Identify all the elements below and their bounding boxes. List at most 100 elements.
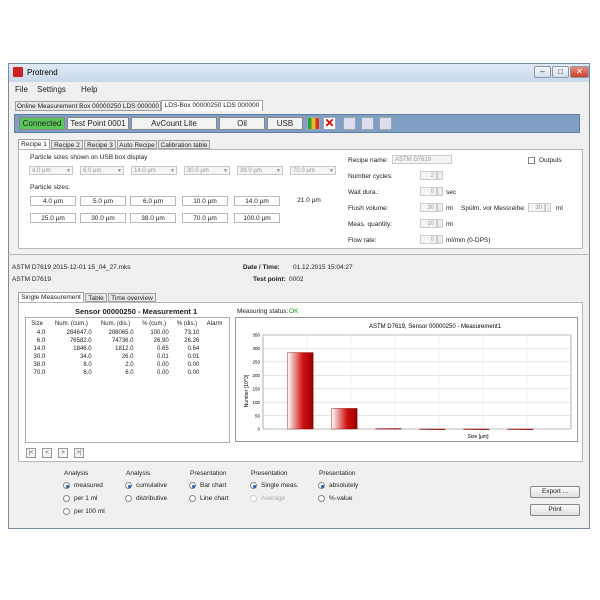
cell: 0.00 [187, 370, 200, 376]
radio-measured[interactable] [63, 482, 70, 489]
bar-38[interactable] [463, 428, 490, 430]
usb-size-select-6[interactable]: 70.0 µm ▼ [290, 166, 336, 175]
usb-size-select-5[interactable]: 38.0 µm ▼ [237, 166, 283, 175]
tab-auto-recipe[interactable]: Auto Recipe [117, 140, 157, 149]
particle-size-4[interactable]: 10.0 µm [182, 196, 228, 206]
particle-size-5[interactable]: 14.0 µm [234, 196, 280, 206]
particle-size-10[interactable]: 70.0 µm [182, 213, 228, 223]
particle-size-1[interactable]: 4.0 µm [30, 196, 76, 206]
radio-single-meas[interactable] [250, 482, 257, 489]
chart-icon[interactable] [307, 117, 320, 130]
table-row[interactable]: 14.0 1846.0 1812.0 0.65 0.64 [26, 345, 227, 353]
usb-size-select-2[interactable]: 6.0 µm ▼ [80, 166, 124, 175]
tab-time-overview[interactable]: Time overview [108, 293, 156, 302]
tab-single-measurement[interactable]: Single Measurement [18, 292, 84, 302]
usb-size-select-3[interactable]: 14.0 µm ▼ [131, 166, 177, 175]
flush-volume-field[interactable]: 30 [420, 203, 437, 212]
tab-calibration-table[interactable]: Calibration table [158, 140, 210, 149]
particle-size-3[interactable]: 6.0 µm [130, 196, 176, 206]
export-button[interactable]: Export ... [530, 486, 580, 498]
particle-size-2[interactable]: 5.0 µm [80, 196, 126, 206]
spuelm-unit: ml [556, 205, 563, 212]
radio-bar-chart[interactable] [189, 482, 196, 489]
radio-per-100ml[interactable] [63, 508, 70, 515]
cell: 0.01 [157, 354, 169, 360]
flow-rate-field[interactable]: 0 [420, 235, 437, 244]
radio-distributive[interactable] [125, 495, 132, 502]
bar-30[interactable] [419, 428, 446, 430]
col-header-size[interactable]: Size [26, 318, 48, 329]
report-icon[interactable] [361, 117, 374, 130]
particle-size-9[interactable]: 38.0 µm [130, 213, 176, 223]
usb-size-select-1[interactable]: 4.0 µm ▼ [29, 166, 73, 175]
maximize-button[interactable]: □ [552, 66, 569, 78]
spuelm-field[interactable]: 30 [528, 203, 545, 212]
table-row[interactable]: 6.0 76582.0 74736.0 26.90 26.26 [26, 337, 227, 345]
radio-line-chart-label: Line chart [200, 495, 229, 502]
wait-dura-spinner[interactable] [437, 187, 443, 196]
tab-online-measurement-box[interactable]: Online Measurement Box 00000250 LDS 0000… [15, 101, 161, 111]
bar-6[interactable] [331, 408, 358, 430]
col-header-num-dis[interactable]: Num. (dis.) [95, 318, 137, 329]
cell: 30.0 [33, 354, 46, 360]
outputs-checkbox[interactable] [528, 157, 535, 164]
radio-per-1ml[interactable] [63, 495, 70, 502]
particle-size-7[interactable]: 25.0 µm [30, 213, 76, 223]
table-row[interactable]: 70.0 6.0 6.0 0.00 0.00 [26, 369, 227, 377]
particle-size-6[interactable]: 21.0 µm [286, 196, 332, 206]
y-tick-label: 100 [252, 400, 260, 405]
tab-table[interactable]: Table [85, 293, 107, 302]
settings-icon[interactable] [343, 117, 356, 130]
menu-help[interactable]: Help [81, 85, 97, 94]
table-row[interactable]: 38.0 8.0 2.0 0.00 0.00 [26, 361, 227, 369]
cell [202, 337, 227, 345]
prev-record-button[interactable]: < [42, 448, 52, 458]
col-header-num-cum[interactable]: Num. (cum.) [48, 318, 94, 329]
cell: 0.64 [187, 346, 200, 352]
particle-size-8[interactable]: 30.0 µm [80, 213, 126, 223]
radio-line-chart[interactable] [189, 495, 196, 502]
meas-quantity-spinner[interactable] [437, 219, 443, 228]
title-bar[interactable]: Protrend – □ ✕ [9, 64, 589, 82]
col-header-pct-cum[interactable]: % (cum.) [137, 318, 172, 329]
cell: 38.0 [33, 362, 46, 368]
meas-quantity-field[interactable]: 10 [420, 219, 437, 228]
radio-cumulative[interactable] [125, 482, 132, 489]
date-time-value: 01.12.2015 15:04:27 [293, 264, 353, 271]
menu-settings[interactable]: Settings [37, 85, 66, 94]
first-record-button[interactable]: |< [26, 448, 36, 458]
menu-file[interactable]: File [15, 85, 28, 94]
tab-recipe-1[interactable]: Recipe 1 [18, 139, 50, 149]
col-header-alarm[interactable]: Alarm [202, 318, 227, 329]
next-record-button[interactable]: > [58, 448, 68, 458]
recipe-name-field[interactable]: ASTM D7619 [392, 155, 452, 164]
stop-icon[interactable]: ✕ [323, 117, 336, 130]
bar-14[interactable] [375, 428, 402, 430]
bar-4[interactable] [287, 352, 314, 430]
tab-recipe-3[interactable]: Recipe 3 [84, 140, 116, 149]
bar-70[interactable] [507, 428, 534, 430]
cell: 1812.0 [115, 346, 134, 352]
col-header-pct-dis[interactable]: % (dis.) [172, 318, 203, 329]
minimize-button[interactable]: – [534, 66, 551, 78]
close-button[interactable]: ✕ [570, 66, 589, 78]
flow-rate-spinner[interactable] [437, 235, 443, 244]
table-row[interactable]: 30.0 34.0 26.0 0.01 0.01 [26, 353, 227, 361]
flow-rate-label: Flow rate: [348, 237, 377, 244]
wait-dura-field[interactable]: 0 [420, 187, 437, 196]
table-row[interactable]: 4.0 284647.0 208065.0 100.00 73.10 [26, 329, 227, 337]
cell: 0.00 [157, 370, 169, 376]
usb-size-select-4[interactable]: 30.0 µm ▼ [184, 166, 230, 175]
tab-recipe-2[interactable]: Recipe 2 [51, 140, 83, 149]
last-record-button[interactable]: >| [74, 448, 84, 458]
print-button[interactable]: Print [530, 504, 580, 516]
particle-size-11[interactable]: 100.0 µm [234, 213, 280, 223]
radio-absolutely[interactable] [318, 482, 325, 489]
spuelm-spinner[interactable] [545, 203, 551, 212]
number-cycles-field[interactable]: 2 [420, 171, 437, 180]
tools-icon[interactable] [379, 117, 392, 130]
tab-lds-box[interactable]: LDS-Box 00000250 LDS 000000 [161, 100, 263, 111]
flush-volume-spinner[interactable] [437, 203, 443, 212]
number-cycles-spinner[interactable] [437, 171, 443, 180]
radio-percent-value[interactable] [318, 495, 325, 502]
